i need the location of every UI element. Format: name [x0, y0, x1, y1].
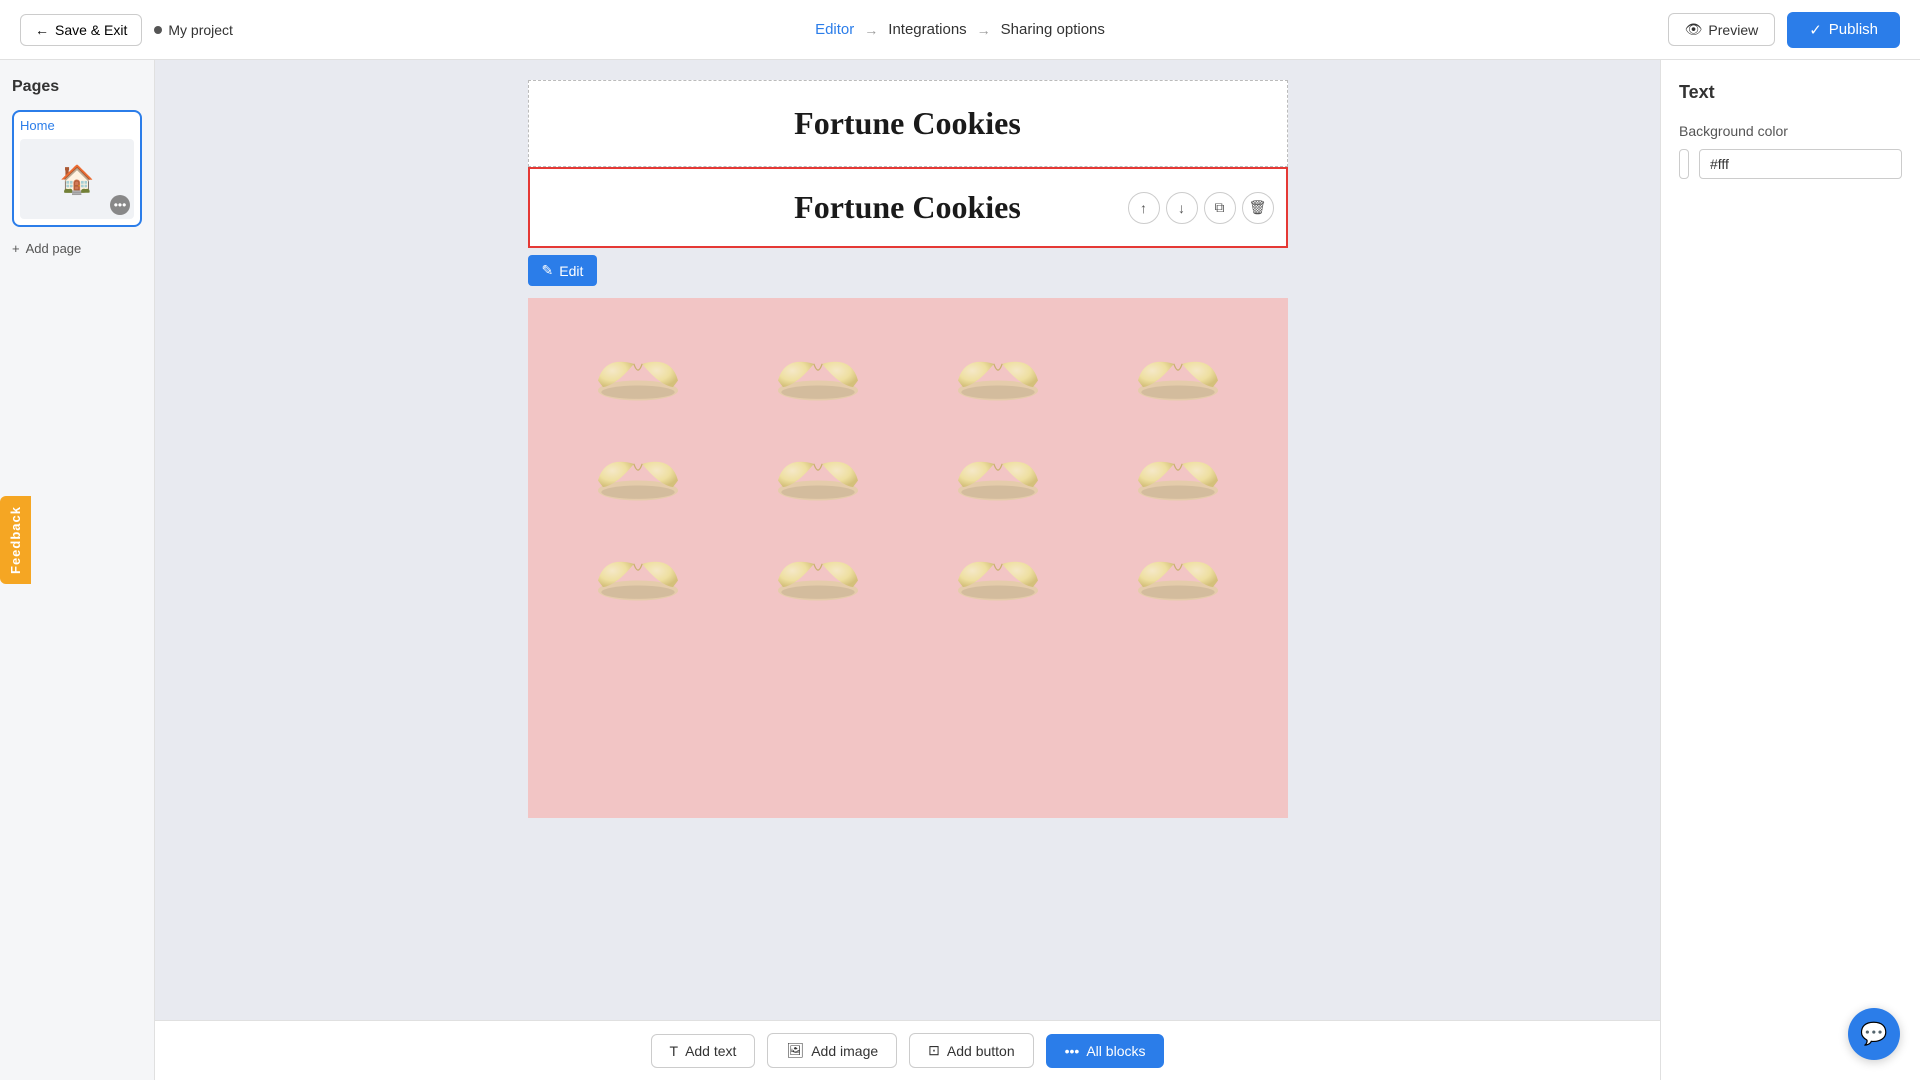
nav-integrations[interactable]: Integrations [888, 21, 966, 38]
main-layout: Pages Home 🏠 ••• + Add page Fortune Cook… [0, 60, 1920, 1080]
delete-icon: 🗑 [1249, 199, 1267, 216]
bg-color-label: Background color [1679, 123, 1902, 139]
cookie-item [908, 418, 1088, 518]
cookie-grid [548, 318, 1268, 618]
add-image-button[interactable]: 🖼 Add image [767, 1033, 897, 1068]
bg-color-swatch[interactable] [1679, 149, 1689, 179]
arrow-left-icon: ← [35, 22, 49, 38]
image-block[interactable] [528, 298, 1288, 818]
cookie-item [728, 318, 908, 418]
project-dot [154, 26, 162, 34]
cookie-item [1088, 518, 1268, 618]
nav-arrow-1: → [864, 22, 878, 38]
cookie-item [1088, 418, 1268, 518]
bg-color-input[interactable] [1699, 149, 1902, 179]
save-exit-label: Save & Exit [55, 22, 127, 38]
nav-arrow-2: → [977, 22, 991, 38]
topbar-right: 👁 Preview ✓ Publish [1668, 12, 1900, 48]
dots-icon: ••• [1065, 1043, 1080, 1059]
chat-button[interactable]: 💬 [1848, 1008, 1900, 1060]
cookie-item [548, 518, 728, 618]
check-icon: ✓ [1809, 21, 1822, 39]
add-page-label: Add page [26, 241, 82, 256]
cookie-item [908, 318, 1088, 418]
button-icon: ⊡ [928, 1042, 940, 1059]
arrow-up-icon: ↑ [1140, 200, 1147, 216]
topbar-left: ← Save & Exit My project [20, 14, 233, 46]
bottom-toolbar: T Add text 🖼 Add image ⊡ Add button ••• … [155, 1020, 1660, 1080]
page-title: Fortune Cookies [549, 105, 1267, 142]
edit-button[interactable]: ✎ Edit [528, 255, 598, 286]
arrow-down-icon: ↓ [1178, 200, 1185, 216]
page-card-thumbnail: 🏠 ••• [20, 139, 134, 219]
move-down-button[interactable]: ↓ [1166, 192, 1198, 224]
sidebar-title: Pages [12, 78, 142, 96]
delete-button[interactable]: 🗑 [1242, 192, 1274, 224]
preview-button[interactable]: 👁 Preview [1668, 13, 1776, 46]
eye-icon: 👁 [1685, 21, 1703, 38]
nav-editor[interactable]: Editor [815, 21, 854, 38]
edit-btn-spacer [528, 248, 1288, 298]
feedback-label: Feedback [0, 496, 31, 584]
chat-icon: 💬 [1860, 1021, 1887, 1047]
duplicate-button[interactable]: ⧉ [1204, 192, 1236, 224]
block-controls: ↑ ↓ ⧉ 🗑 [1128, 192, 1274, 224]
save-exit-button[interactable]: ← Save & Exit [20, 14, 142, 46]
publish-button[interactable]: ✓ Publish [1787, 12, 1900, 48]
add-button-button[interactable]: ⊡ Add button [909, 1033, 1033, 1068]
cookie-item [728, 518, 908, 618]
nav-sharing[interactable]: Sharing options [1001, 21, 1105, 38]
text-icon: T [670, 1043, 679, 1059]
page-card-home[interactable]: Home 🏠 ••• [12, 110, 142, 227]
copy-icon: ⧉ [1215, 199, 1225, 216]
header-block[interactable]: Fortune Cookies [528, 80, 1288, 167]
plus-icon: + [12, 241, 20, 256]
cookie-item [908, 518, 1088, 618]
cookie-item [728, 418, 908, 518]
project-name: My project [154, 22, 233, 38]
more-dots-icon: ••• [114, 198, 127, 212]
move-up-button[interactable]: ↑ [1128, 192, 1160, 224]
all-blocks-button[interactable]: ••• All blocks [1046, 1034, 1165, 1068]
text-block-wrapper: Fortune Cookies ↑ ↓ ⧉ 🗑 [528, 167, 1288, 248]
cookie-item [1088, 318, 1268, 418]
page-card-more-button[interactable]: ••• [110, 195, 130, 215]
canvas-area[interactable]: Fortune Cookies Fortune Cookies ↑ ↓ ⧉ [155, 60, 1660, 1080]
cookie-item [548, 418, 728, 518]
topbar: ← Save & Exit My project Editor → Integr… [0, 0, 1920, 60]
home-icon: 🏠 [60, 163, 95, 196]
bg-color-row [1679, 149, 1902, 179]
topbar-center: Editor → Integrations → Sharing options [815, 21, 1105, 38]
image-icon: 🖼 [786, 1042, 804, 1059]
cookie-item [548, 318, 728, 418]
pencil-icon: ✎ [542, 262, 554, 279]
add-page-button[interactable]: + Add page [12, 237, 142, 260]
page-canvas: Fortune Cookies Fortune Cookies ↑ ↓ ⧉ [528, 80, 1288, 1060]
page-card-label: Home [20, 118, 134, 133]
right-panel-title: Text [1679, 82, 1902, 103]
add-text-button[interactable]: T Add text [651, 1034, 756, 1068]
feedback-tab[interactable]: Feedback [0, 496, 31, 584]
text-block-selected[interactable]: Fortune Cookies ↑ ↓ ⧉ 🗑 [528, 167, 1288, 248]
right-panel: Text Background color [1660, 60, 1920, 1080]
